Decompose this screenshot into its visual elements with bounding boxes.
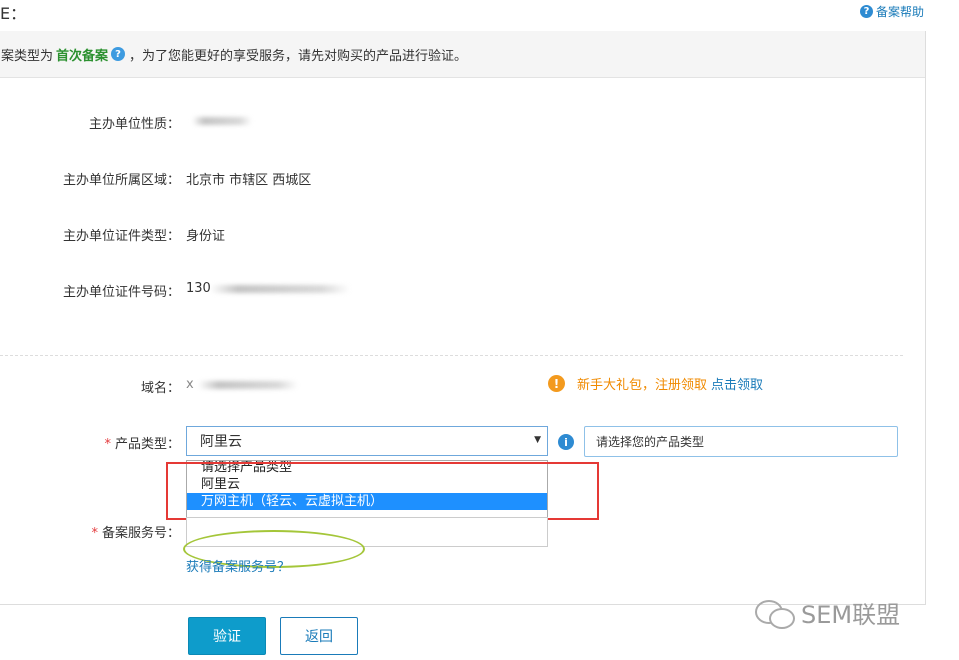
domain-value: x (186, 377, 194, 392)
required-mark: * (104, 437, 111, 452)
product-type-select[interactable]: 阿里云 ▼ (186, 426, 548, 456)
help-link-label: 备案帮助 (876, 5, 925, 19)
required-mark: * (91, 526, 98, 541)
cert-type-label: 主办单位证件类型： (62, 229, 180, 244)
wechat-icon (755, 598, 795, 629)
gift-banner: ! 新手大礼包，注册领取 点击领取 (548, 374, 763, 393)
gift-text: 新手大礼包，注册领取 (577, 378, 708, 393)
back-button[interactable]: 返回 (280, 617, 358, 655)
product-type-selected: 阿里云 (200, 434, 242, 450)
product-type-tip: 请选择您的产品类型 (584, 426, 898, 457)
domain-value-blurred (198, 381, 298, 389)
org-nature-label: 主办单位性质： (88, 117, 180, 132)
org-region-value: 北京市 市辖区 西城区 (186, 173, 312, 188)
org-nature-value-blurred (192, 117, 252, 125)
notice-suffix: ，为了您能更好的享受服务，请先对购买的产品进行验证。 (129, 48, 468, 64)
service-number-label: * 备案服务号： (91, 526, 180, 541)
gift-claim-link[interactable]: 点击领取 (711, 374, 763, 393)
watermark: SEM联盟 (755, 595, 900, 630)
notice-bar: 案类型为 首次备案 ? ，为了您能更好的享受服务，请先对购买的产品进行验证。 (0, 31, 925, 78)
get-service-number-link[interactable]: 获得备案服务号？ (186, 556, 290, 575)
notice-prefix: 案类型为 (1, 48, 54, 64)
question-circle-icon[interactable]: ? (111, 47, 126, 61)
cert-number-blurred (210, 285, 350, 293)
domain-label: 域名： (140, 381, 180, 396)
product-type-label: * 产品类型： (104, 437, 180, 452)
notice-highlight: 首次备案 (56, 48, 109, 64)
chevron-down-icon: ▼ (534, 435, 541, 445)
info-icon: i (558, 434, 574, 450)
exclamation-icon: ! (548, 375, 565, 392)
org-region-label: 主办单位所属区域： (62, 173, 180, 188)
verify-button[interactable]: 验证 (188, 617, 266, 655)
cert-number-label: 主办单位证件号码： (62, 285, 180, 300)
cert-number-value: 130 (186, 281, 211, 296)
page-title: E： (0, 4, 27, 23)
cert-type-value: 身份证 (186, 229, 226, 244)
help-link[interactable]: ? 备案帮助 (860, 3, 924, 20)
watermark-text: SEM联盟 (801, 601, 901, 629)
annotation-red-box (166, 462, 599, 520)
section-divider (0, 355, 903, 356)
question-circle-icon: ? (860, 5, 873, 18)
